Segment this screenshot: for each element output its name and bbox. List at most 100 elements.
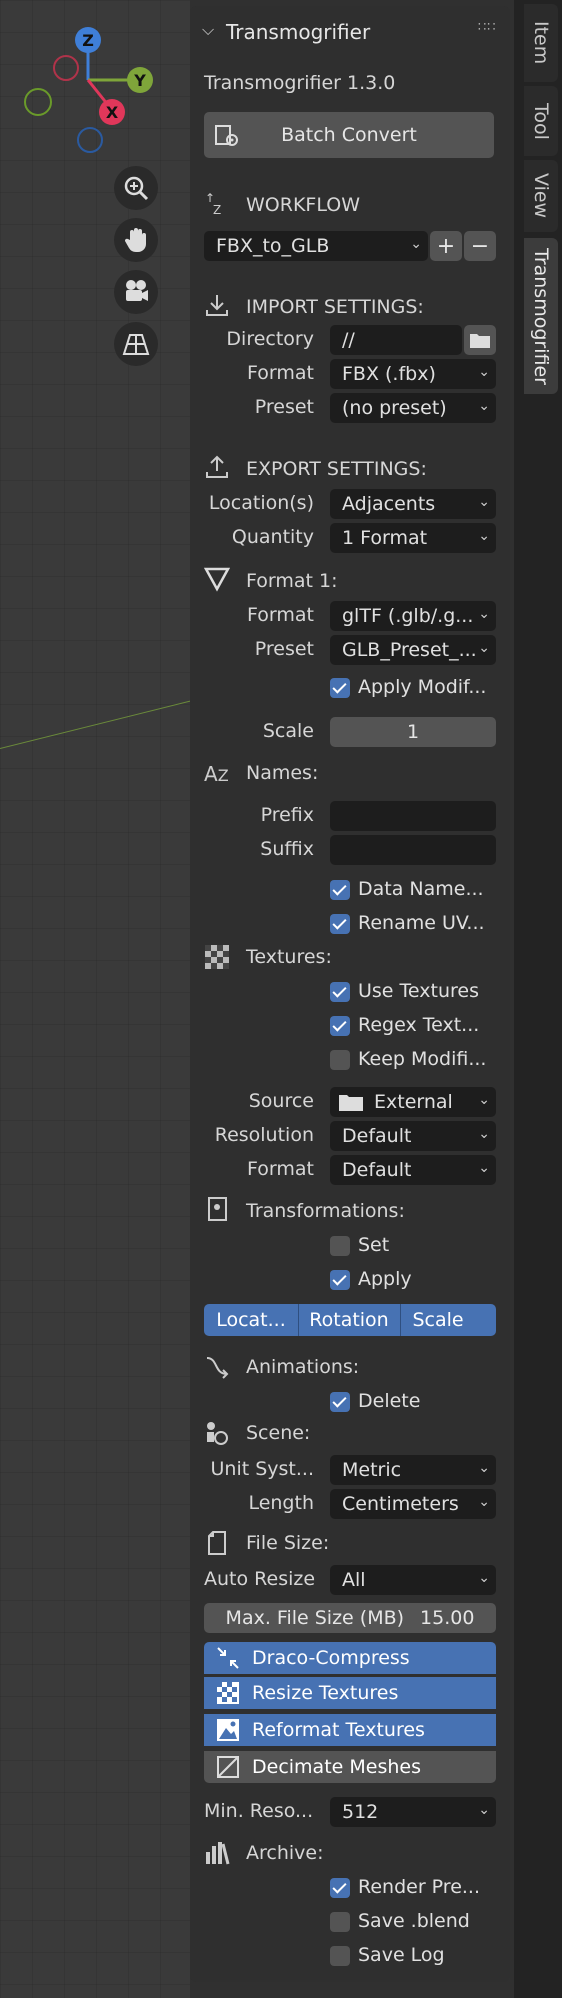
export-preset-select[interactable]: GLB_Preset_... ⌄	[330, 635, 496, 665]
camera-icon[interactable]	[114, 270, 158, 314]
folder-browse-button[interactable]	[464, 325, 496, 355]
save-log-checkbox[interactable]	[330, 1946, 350, 1966]
location-toggle[interactable]: Locat...	[204, 1304, 299, 1336]
resolution-select[interactable]: Default ⌄	[330, 1121, 496, 1151]
save-blend-checkbox[interactable]	[330, 1912, 350, 1932]
data-names-checkbox[interactable]	[330, 880, 350, 900]
sidebar-panel: ⌵ Transmogrifier ∷∷ Transmogrifier 1.3.0…	[190, 0, 514, 1998]
auto-resize-select[interactable]: All ⌄	[330, 1565, 496, 1595]
tab-transmogrifier[interactable]: Transmogrifier	[524, 238, 558, 394]
resize-textures-label: Resize Textures	[252, 1682, 399, 1704]
triangle-down-icon	[204, 567, 230, 592]
chevron-down-icon: ⌄	[478, 1092, 490, 1108]
collapse-chevron-icon[interactable]: ⌵	[202, 20, 214, 40]
tab-item[interactable]: Item	[524, 4, 558, 82]
regex-textures-checkbox[interactable]	[330, 1016, 350, 1036]
folder-icon	[339, 1095, 363, 1111]
regex-textures-label[interactable]: Regex Text...	[358, 1014, 479, 1036]
decimate-meshes-label: Decimate Meshes	[252, 1756, 421, 1778]
chevron-down-icon: ⌄	[478, 640, 490, 656]
quantity-select[interactable]: 1 Format ⌄	[330, 523, 496, 553]
set-transform-label[interactable]: Set	[358, 1234, 389, 1256]
format-1-header: Format 1:	[246, 570, 338, 592]
decimate-meshes-toggle[interactable]: Decimate Meshes	[204, 1751, 496, 1783]
batch-convert-icon	[215, 125, 238, 146]
unit-system-select[interactable]: Metric ⌄	[330, 1455, 496, 1485]
animation-curve-icon	[206, 1357, 229, 1379]
sort-alpha-icon: AZ	[204, 762, 229, 786]
max-file-size-label: Max. File Size (MB)	[225, 1607, 405, 1629]
draco-compress-toggle[interactable]: Draco-Compress	[204, 1642, 496, 1674]
suffix-label: Suffix	[260, 838, 314, 860]
locations-select[interactable]: Adjacents ⌄	[330, 489, 496, 519]
source-value: External	[374, 1091, 453, 1113]
use-textures-checkbox[interactable]	[330, 982, 350, 1002]
chevron-down-icon: ⌄	[478, 528, 490, 544]
set-transform-checkbox[interactable]	[330, 1236, 350, 1256]
rename-uv-checkbox[interactable]	[330, 914, 350, 934]
chevron-down-icon: ⌄	[478, 1570, 490, 1586]
workflow-select[interactable]: FBX_to_GLB ⌄	[204, 231, 428, 261]
import-format-select[interactable]: FBX (.fbx) ⌄	[330, 359, 496, 389]
keep-modified-checkbox[interactable]	[330, 1050, 350, 1070]
directory-input[interactable]: //	[330, 325, 462, 355]
export-icon	[206, 455, 228, 478]
resize-textures-toggle[interactable]: Resize Textures	[204, 1677, 496, 1709]
suffix-input[interactable]	[330, 835, 496, 865]
chevron-down-icon: ⌄	[478, 1802, 490, 1818]
apply-modifiers-label[interactable]: Apply Modif...	[358, 676, 486, 698]
decimate-icon	[217, 1756, 239, 1778]
x-axis-line	[0, 699, 195, 749]
add-workflow-button[interactable]: +	[430, 231, 462, 261]
chevron-down-icon: ⌄	[478, 606, 490, 622]
apply-modifiers-checkbox[interactable]	[330, 678, 350, 698]
workflow-header: WORKFLOW	[246, 194, 360, 216]
rename-uv-label[interactable]: Rename UV...	[358, 912, 485, 934]
source-select[interactable]: External ⌄	[330, 1087, 496, 1117]
drag-handle-icon[interactable]: ∷∷	[478, 20, 497, 35]
3d-viewport[interactable]: Z Y X	[0, 0, 195, 1998]
render-preview-label[interactable]: Render Pre...	[358, 1876, 480, 1898]
max-file-size-field[interactable]: Max. File Size (MB) 15.00	[204, 1603, 496, 1633]
keep-modified-label[interactable]: Keep Modifi...	[358, 1048, 486, 1070]
batch-convert-button[interactable]: Batch Convert	[204, 112, 494, 158]
workflow-icon: ↑Z	[205, 191, 221, 216]
remove-workflow-button[interactable]: −	[464, 231, 496, 261]
save-log-label[interactable]: Save Log	[358, 1944, 445, 1966]
perspective-grid-icon[interactable]	[114, 322, 158, 366]
folder-icon	[470, 334, 490, 348]
auto-resize-value: All	[342, 1569, 366, 1591]
length-value: Centimeters	[342, 1493, 459, 1515]
scale-toggle[interactable]: Scale	[400, 1304, 476, 1336]
gizmo-z-label: Z	[82, 31, 94, 50]
reformat-textures-toggle[interactable]: Reformat Textures	[204, 1714, 496, 1746]
scale-field[interactable]: 1	[330, 717, 496, 747]
tab-view[interactable]: View	[524, 160, 558, 232]
delete-animations-label[interactable]: Delete	[358, 1390, 420, 1412]
texture-format-label: Format	[247, 1158, 314, 1180]
render-preview-checkbox[interactable]	[330, 1878, 350, 1898]
tab-tool[interactable]: Tool	[524, 86, 558, 156]
import-preset-select[interactable]: (no preset) ⌄	[330, 393, 496, 423]
save-blend-label[interactable]: Save .blend	[358, 1910, 470, 1932]
rotation-toggle[interactable]: Rotation	[298, 1304, 401, 1336]
texture-format-select[interactable]: Default ⌄	[330, 1155, 496, 1185]
use-textures-label[interactable]: Use Textures	[358, 980, 479, 1002]
length-select[interactable]: Centimeters ⌄	[330, 1489, 496, 1519]
navigation-gizmo[interactable]: Z Y X	[20, 20, 160, 160]
data-names-label[interactable]: Data Name...	[358, 878, 484, 900]
hand-pan-icon[interactable]	[114, 218, 158, 262]
resolution-label: Resolution	[214, 1124, 314, 1146]
apply-transform-label[interactable]: Apply	[358, 1268, 412, 1290]
panel-title[interactable]: Transmogrifier	[226, 20, 370, 44]
min-resolution-select[interactable]: 512 ⌄	[330, 1797, 496, 1827]
reformat-textures-label: Reformat Textures	[252, 1719, 425, 1741]
prefix-input[interactable]	[330, 801, 496, 831]
import-format-label: Format	[247, 362, 314, 384]
unit-system-label: Unit Syst...	[210, 1458, 315, 1480]
tab-view-label: View	[530, 173, 552, 219]
export-format-select[interactable]: glTF (.glb/.g... ⌄	[330, 601, 496, 631]
apply-transform-checkbox[interactable]	[330, 1270, 350, 1290]
zoom-icon[interactable]	[114, 166, 158, 210]
delete-animations-checkbox[interactable]	[330, 1392, 350, 1412]
